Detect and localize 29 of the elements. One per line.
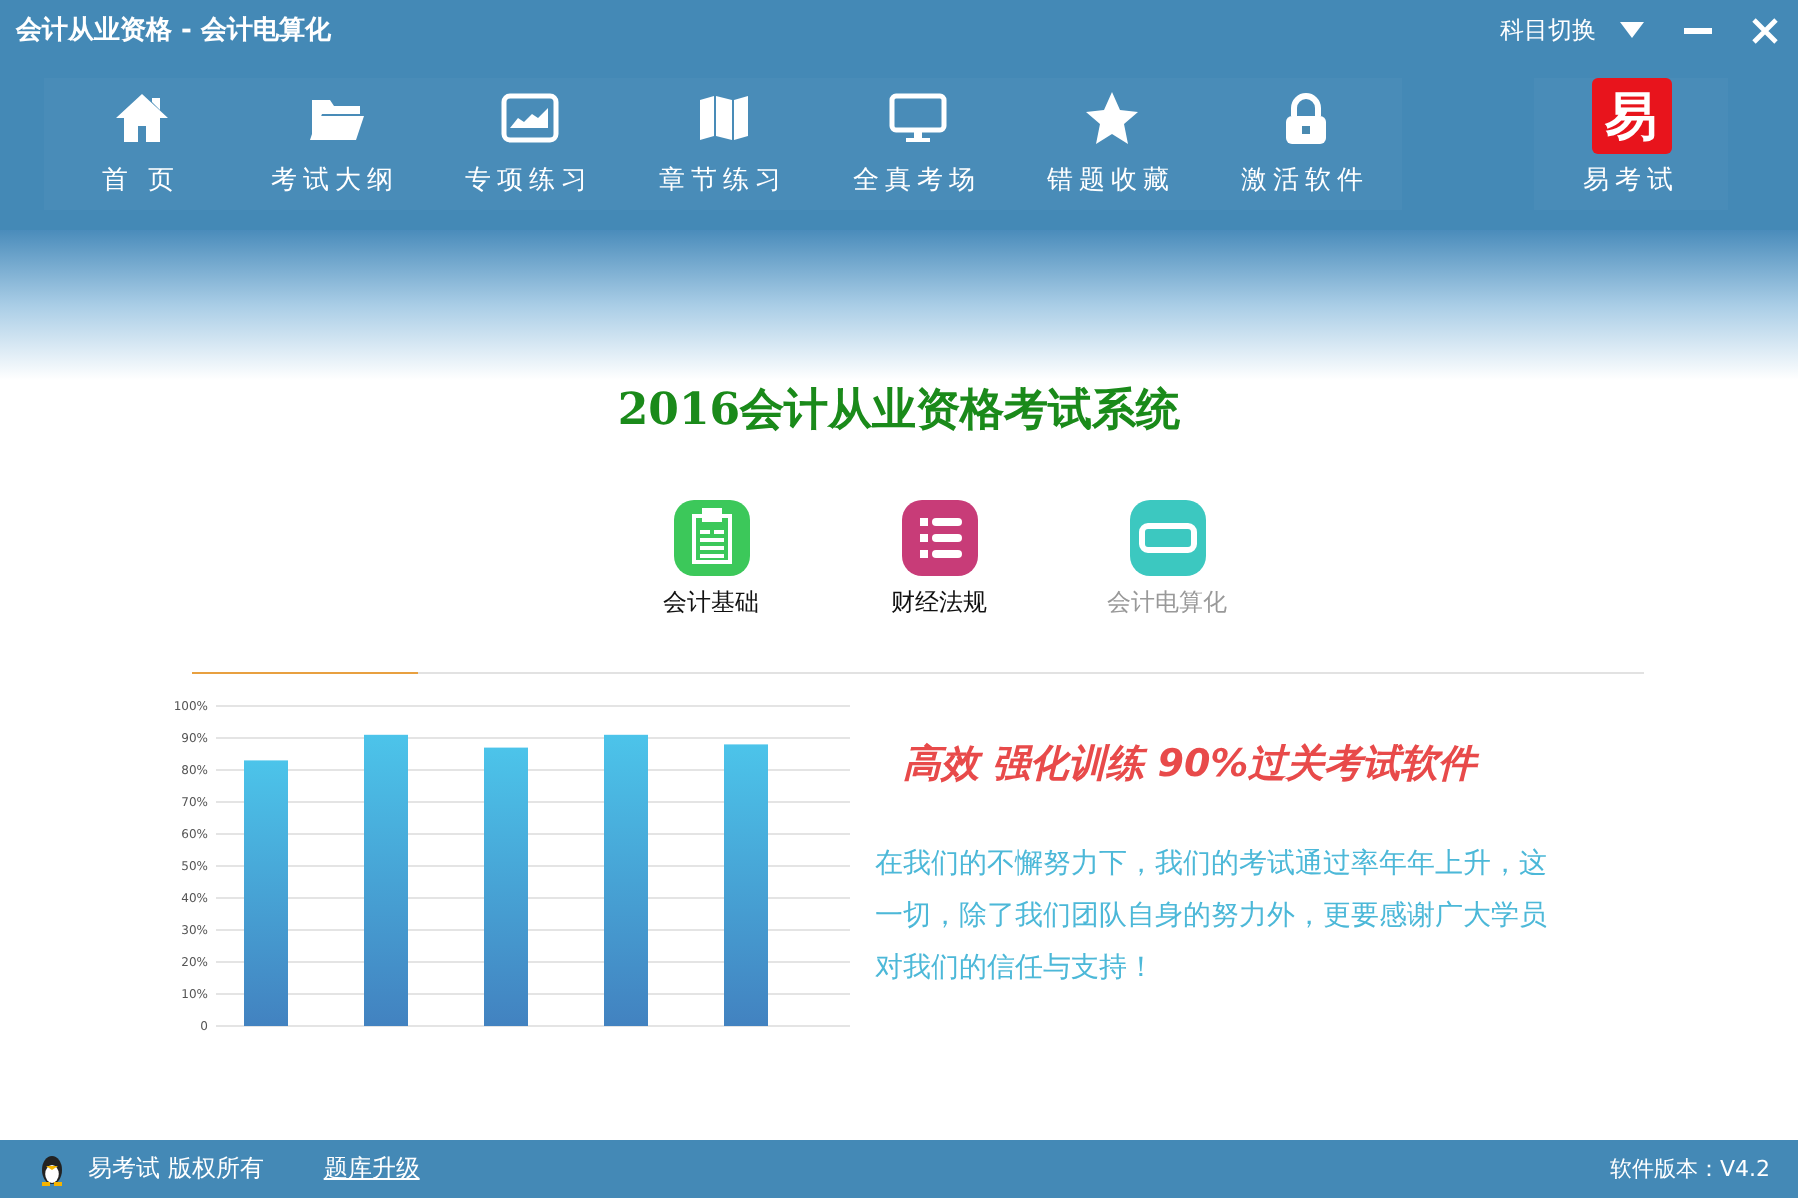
home-icon [113, 90, 169, 146]
toolbar-button[interactable]: 章节练习 [626, 78, 820, 210]
description-paragraph: 在我们的不懈努力下，我们的考试通过率年年上升，这一切，除了我们团队自身的努力外，更要感谢广大学员对我们的信任与支持！ [875, 846, 1549, 988]
close-icon[interactable] [1752, 17, 1778, 43]
picture-screen-icon [499, 90, 559, 146]
window-title: 会计从业资格 - 会计电算化 [16, 14, 331, 48]
map-icon [695, 90, 751, 146]
copyright-text: 易考试 版权所有 [88, 1152, 264, 1186]
toolbar-button[interactable]: 考试大纲 [238, 78, 432, 210]
subject-button[interactable]: 会计电算化 [1097, 500, 1237, 620]
subject-button[interactable]: 会计基础 [641, 500, 781, 620]
minimize-icon[interactable] [1684, 27, 1712, 33]
monitor-icon [887, 90, 947, 146]
toolbar-button[interactable]: 专项练习 [432, 78, 626, 210]
dropdown-caret-icon[interactable] [1620, 22, 1644, 38]
logo-icon: 易 [1591, 78, 1671, 154]
toolbar-button[interactable]: 激活软件 [1208, 78, 1402, 210]
subject-button[interactable]: 财经法规 [869, 500, 1009, 620]
toolbar-button[interactable]: 全真考场 [820, 78, 1014, 210]
toolbar-button[interactable]: 首 页 [44, 78, 238, 210]
toolbar-button[interactable]: 错题收藏 [1014, 78, 1208, 210]
version-text: 软件版本：V4.2 [1609, 1154, 1770, 1184]
upgrade-link[interactable]: 题库升级 [323, 1152, 420, 1186]
penguin-icon [36, 1153, 68, 1185]
toolbar-button[interactable]: 易 易考试 [1534, 78, 1728, 210]
star-icon [1083, 90, 1139, 146]
slogan-text: 高效 强化训练 90%过关考试软件 [901, 740, 1481, 790]
subject-switch-dropdown[interactable]: 科目切换 [1500, 13, 1596, 47]
system-heading: 2016会计从业资格考试系统 [617, 382, 1181, 440]
